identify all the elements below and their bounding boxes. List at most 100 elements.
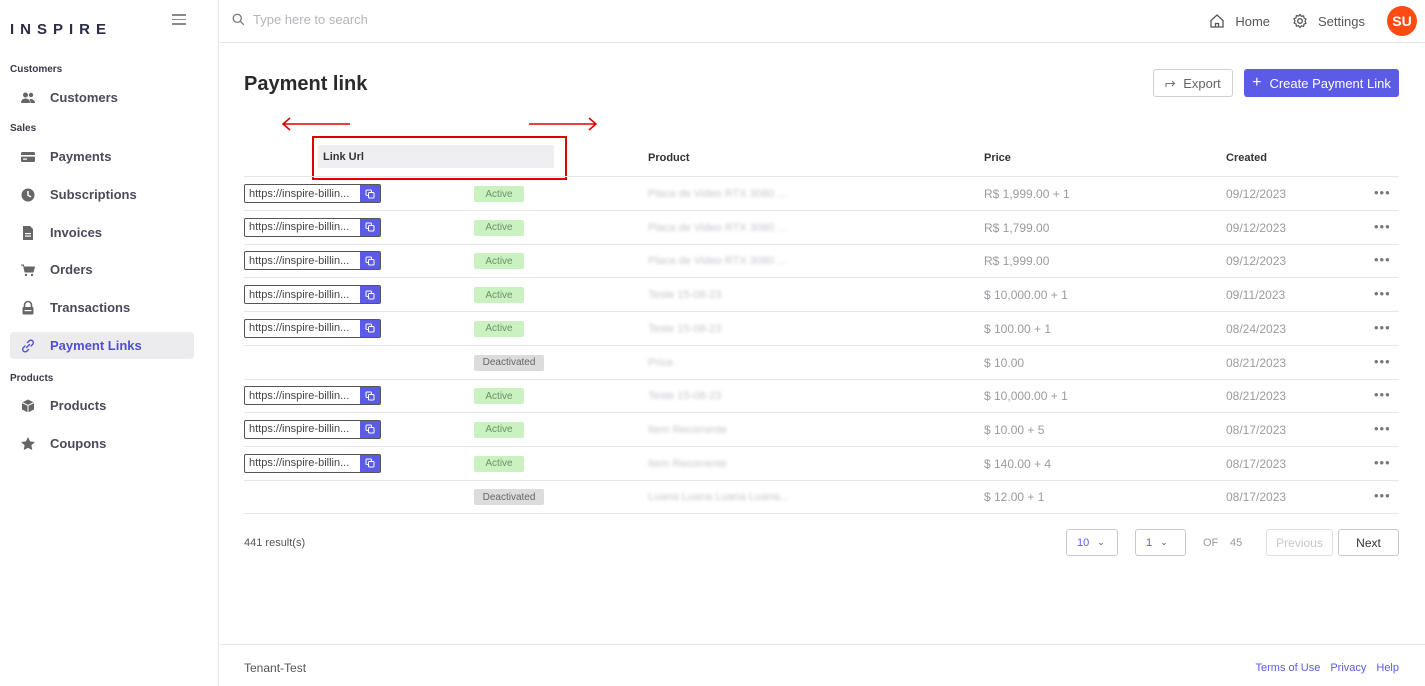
link-url-field[interactable]: https://inspire-billin... xyxy=(244,453,381,473)
privacy-link[interactable]: Privacy xyxy=(1330,662,1366,674)
sidebar-item-invoices[interactable]: Invoices xyxy=(10,219,194,246)
results-count: 441 result(s) xyxy=(244,537,306,549)
sidebar-item-orders[interactable]: Orders xyxy=(10,256,194,283)
sidebar-item-products[interactable]: Products xyxy=(10,392,194,419)
clock-icon xyxy=(20,187,36,203)
chevron-down-icon: ⌄ xyxy=(1097,537,1105,547)
product-name: Item Recorrente xyxy=(648,423,727,436)
table-row[interactable]: Deactivated Luana Luana Luana Luana... $ 1… xyxy=(244,480,1399,515)
footer-divider xyxy=(220,644,1425,645)
column-header-product[interactable]: Product xyxy=(648,152,690,164)
link-url-field[interactable]: https://inspire-billin... xyxy=(244,419,381,439)
sidebar-item-label: Products xyxy=(50,398,107,413)
copy-icon[interactable] xyxy=(360,218,380,236)
product-name: Price xyxy=(648,356,674,369)
price-value: $ 12.00 + 1 xyxy=(984,490,1045,505)
product-name: Teste 15-08-23 xyxy=(648,390,722,403)
document-icon xyxy=(20,225,36,241)
link-url-text: https://inspire-billin... xyxy=(249,187,350,200)
sidebar-item-payment-links[interactable]: Payment Links xyxy=(10,332,194,359)
next-button[interactable]: Next xyxy=(1338,529,1399,556)
column-header-price[interactable]: Price xyxy=(984,152,1011,164)
copy-icon[interactable] xyxy=(360,420,380,438)
total-pages: 45 xyxy=(1230,537,1243,549)
search-input[interactable] xyxy=(253,12,553,27)
created-date: 08/17/2023 xyxy=(1226,456,1287,471)
copy-icon[interactable] xyxy=(360,387,380,405)
more-options-icon[interactable]: ••• xyxy=(1374,354,1391,369)
more-options-icon[interactable]: ••• xyxy=(1374,219,1391,234)
avatar[interactable]: SU xyxy=(1387,6,1417,36)
users-icon xyxy=(20,90,36,106)
table-row[interactable]: https://inspire-billin... Active Placa de … xyxy=(244,177,1399,211)
table-row[interactable]: https://inspire-billin... Active Teste 15-… xyxy=(244,278,1399,313)
sidebar-item-coupons[interactable]: Coupons xyxy=(10,430,194,457)
product-name: Luana Luana Luana Luana... xyxy=(648,491,789,504)
menu-toggle-icon[interactable] xyxy=(172,14,186,26)
status-badge: Active xyxy=(474,388,524,405)
page-number-select[interactable]: 1 ⌄ xyxy=(1135,529,1186,556)
price-value: $ 10.00 + 5 xyxy=(984,422,1045,437)
sidebar-item-subscriptions[interactable]: Subscriptions xyxy=(10,181,194,208)
link-url-field[interactable]: https://inspire-billin... xyxy=(244,318,381,338)
create-label: Create Payment Link xyxy=(1269,75,1391,91)
help-link[interactable]: Help xyxy=(1376,662,1399,674)
copy-icon[interactable] xyxy=(360,185,380,202)
sidebar-item-payments[interactable]: Payments xyxy=(10,143,194,170)
more-options-icon[interactable]: ••• xyxy=(1374,387,1391,402)
sidebar-item-transactions[interactable]: Transactions xyxy=(10,294,194,321)
column-header-link-url[interactable]: Link Url xyxy=(318,145,554,168)
home-link[interactable]: Home xyxy=(1209,13,1270,29)
more-options-icon[interactable]: ••• xyxy=(1374,421,1391,436)
status-badge: Active xyxy=(474,219,524,236)
table-row[interactable]: https://inspire-billin... Active Placa de … xyxy=(244,211,1399,245)
table-row[interactable]: https://inspire-billin... Active Item Reco… xyxy=(244,447,1399,481)
table-row[interactable]: https://inspire-billin... Active Teste 15-… xyxy=(244,379,1399,414)
more-options-icon[interactable]: ••• xyxy=(1374,286,1391,301)
link-url-field[interactable]: https://inspire-billin... xyxy=(244,251,381,271)
sidebar: INSPIRE Customers Customers Sales Paymen… xyxy=(0,0,219,686)
copy-icon[interactable] xyxy=(360,252,380,270)
link-url-field[interactable]: https://inspire-billin... xyxy=(244,217,381,237)
created-date: 08/24/2023 xyxy=(1226,321,1287,336)
table-row[interactable]: https://inspire-billin... Active Item Reco… xyxy=(244,413,1399,447)
copy-icon[interactable] xyxy=(360,454,380,472)
link-url-text: https://inspire-billin... xyxy=(249,423,350,436)
link-url-field[interactable]: https://inspire-billin... xyxy=(244,184,381,203)
link-url-field[interactable]: https://inspire-billin... xyxy=(244,285,381,305)
link-url-text: https://inspire-billin... xyxy=(249,322,350,335)
create-payment-link-button[interactable]: + Create Payment Link xyxy=(1244,69,1399,97)
table-row[interactable]: https://inspire-billin... Active Teste 15-… xyxy=(244,312,1399,346)
export-button[interactable]: Export xyxy=(1153,69,1233,97)
table-row[interactable]: Deactivated Price $ 10.00 08/21/2023 ••• xyxy=(244,346,1399,380)
column-header-created[interactable]: Created xyxy=(1226,152,1267,164)
more-options-icon[interactable]: ••• xyxy=(1374,185,1391,200)
star-icon xyxy=(20,436,36,452)
created-date: 09/11/2023 xyxy=(1226,288,1286,303)
settings-link[interactable]: Settings xyxy=(1292,13,1365,29)
page-number-value: 1 xyxy=(1146,536,1153,549)
link-url-text: https://inspire-billin... xyxy=(249,389,350,402)
copy-icon[interactable] xyxy=(360,286,380,304)
status-badge: Active xyxy=(474,320,524,337)
more-options-icon[interactable]: ••• xyxy=(1374,455,1391,470)
product-name: Placa de Video RTX 3080 ... xyxy=(648,188,787,200)
sidebar-section-customers: Customers xyxy=(10,64,63,75)
footer-links: Terms of Use Privacy Help xyxy=(1256,662,1399,674)
page-size-select[interactable]: 10 ⌄ xyxy=(1066,529,1118,556)
more-options-icon[interactable]: ••• xyxy=(1374,320,1391,335)
created-date: 09/12/2023 xyxy=(1226,187,1287,201)
app-logo[interactable]: INSPIRE xyxy=(10,21,112,38)
link-url-field[interactable]: https://inspire-billin... xyxy=(244,386,381,406)
more-options-icon[interactable]: ••• xyxy=(1374,252,1391,267)
price-value: $ 100.00 + 1 xyxy=(984,321,1052,336)
price-value: $ 10,000.00 + 1 xyxy=(984,389,1068,404)
table-row[interactable]: https://inspire-billin... Active Placa de … xyxy=(244,244,1399,279)
top-bar: Home Settings SU xyxy=(220,0,1425,43)
previous-button[interactable]: Previous xyxy=(1266,529,1333,556)
sidebar-item-customers[interactable]: Customers xyxy=(10,84,194,111)
more-options-icon[interactable]: ••• xyxy=(1374,488,1391,503)
terms-link[interactable]: Terms of Use xyxy=(1256,662,1321,674)
header-actions: Home Settings SU xyxy=(1209,6,1417,36)
copy-icon[interactable] xyxy=(360,319,380,337)
